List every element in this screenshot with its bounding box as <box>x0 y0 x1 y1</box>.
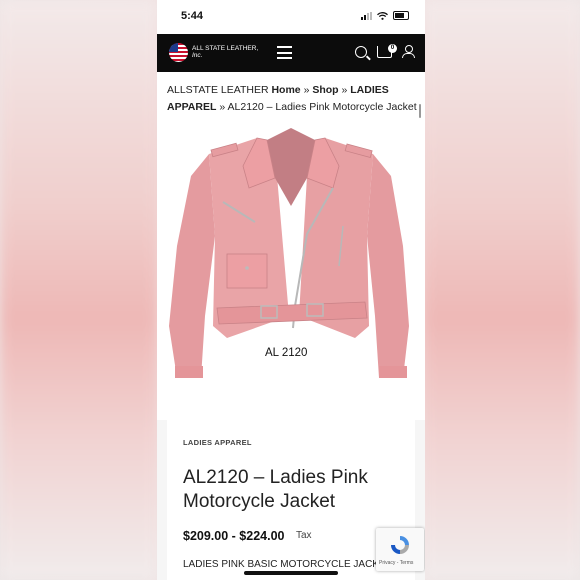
flag-logo-icon[interactable] <box>169 43 188 62</box>
recaptcha-badge[interactable]: Privacy - Terms <box>376 528 424 571</box>
battery-icon <box>393 11 409 20</box>
product-description: LADIES PINK BASIC MOTORCYCLE JACK <box>183 559 379 570</box>
status-bar: 5:44 <box>157 0 425 34</box>
cart-count-badge: 0 <box>388 43 397 53</box>
breadcrumb-current: AL2120 – Ladies Pink Motorcycle Jacket <box>227 101 417 113</box>
brand-name: ALL STATE LEATHER, <box>192 45 259 52</box>
brand-logo[interactable]: ALL STATE LEATHER, Inc. <box>192 45 258 59</box>
home-indicator[interactable] <box>244 571 338 575</box>
phone-screen: 5:44 ALL STATE LEATHER, Inc. 0 ALLSTATE … <box>157 0 425 580</box>
tax-label: Tax <box>296 530 312 541</box>
breadcrumb-home-link[interactable]: Home <box>271 84 300 96</box>
recaptcha-icon <box>391 536 409 554</box>
cart-icon[interactable]: 0 <box>377 43 397 58</box>
brand-suffix: Inc. <box>192 52 203 59</box>
recaptcha-links[interactable]: Privacy - Terms <box>379 560 413 566</box>
account-icon[interactable] <box>402 45 415 58</box>
status-time: 5:44 <box>181 10 204 22</box>
signal-icon <box>361 11 372 20</box>
product-title: AL2120 – Ladies Pink Motorcycle Jacket <box>183 467 368 512</box>
background-blur-right <box>423 0 580 580</box>
status-icons <box>361 11 409 20</box>
search-icon[interactable] <box>355 45 367 58</box>
breadcrumb: ALLSTATE LEATHER Home » Shop » LADIES AP… <box>167 82 417 116</box>
product-category-link[interactable]: LADIES APPAREL <box>183 438 252 447</box>
breadcrumb-separator: » <box>219 101 226 113</box>
breadcrumb-shop-link[interactable]: Shop <box>312 84 338 96</box>
header-actions: 0 <box>355 43 415 58</box>
wifi-icon <box>377 11 388 20</box>
menu-icon[interactable] <box>277 46 292 59</box>
product-price: $209.00 - $224.00 <box>183 529 285 543</box>
breadcrumb-site: ALLSTATE LEATHER <box>167 84 269 96</box>
image-caption: AL 2120 <box>265 347 308 359</box>
background-blur-left <box>0 0 157 580</box>
breadcrumb-separator: » <box>341 84 348 96</box>
site-header: ALL STATE LEATHER, Inc. 0 <box>157 34 425 72</box>
breadcrumb-separator: » <box>303 84 310 96</box>
